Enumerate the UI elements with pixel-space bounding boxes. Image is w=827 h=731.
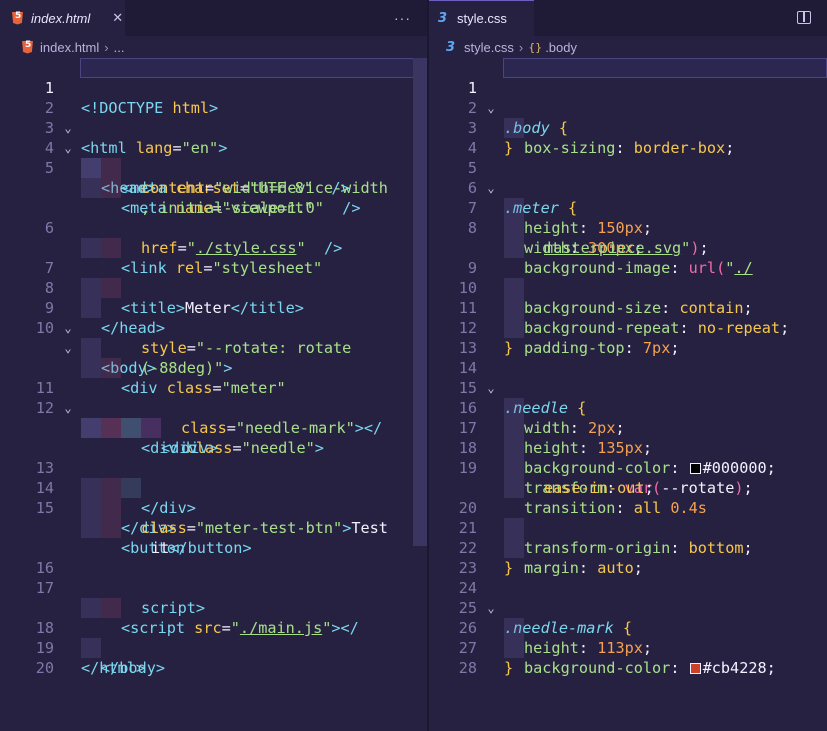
code-line-wrap: div> [0, 418, 427, 457]
breadcrumb-more[interactable]: ... [114, 40, 125, 55]
code-line-wrap: class="meter-test-btn">Test [0, 498, 427, 537]
code-line: 6 <link rel="stylesheet" [0, 198, 427, 277]
code-line: 8 </head> [0, 258, 427, 337]
editor-pane-css: 3 style.css 3 style.css › {} .body 1 ⌄ .… [429, 0, 827, 731]
chevron-right-icon: › [104, 39, 109, 55]
code-line: 19 </html> [0, 618, 427, 677]
code-line: 20 [0, 638, 427, 677]
color-swatch-red[interactable] [689, 663, 701, 674]
code-line: 12 <div [0, 378, 427, 457]
html-file-icon [22, 40, 33, 54]
scrollbar-thumb[interactable] [413, 58, 427, 546]
close-icon[interactable]: ✕ [112, 10, 123, 26]
code-line-wrap: content="width=device-width [0, 158, 427, 197]
tab-label: index.html [31, 10, 91, 26]
code-line: 13 </div> [0, 438, 427, 517]
code-line-wrap: it</button> [0, 518, 427, 557]
code-line: 3 ⌄ <head> [0, 98, 427, 197]
editor-pane-html: index.html ✕ ··· index.html › ... 1 <!DO… [0, 0, 427, 731]
code-line: 17 <script src="./main.js"></ [0, 558, 427, 637]
code-line: 12 } [429, 298, 827, 357]
code-editor-html[interactable]: 1 <!DOCTYPE html> 2 ⌄ <html lang="en"> 3… [0, 58, 427, 731]
code-line: 17 background-color: #000000; [429, 398, 827, 477]
tab-label: style.css [457, 11, 507, 26]
code-line: 6 height: 150px; [429, 158, 827, 237]
code-line: 25 height: 113px; [429, 578, 827, 657]
css-file-icon: 3 [438, 11, 448, 26]
code-line: 23 [429, 538, 827, 577]
split-editor-icon[interactable] [797, 11, 811, 24]
code-line-wrap: script> [0, 578, 427, 617]
code-line: 1 ⌄ .body { [429, 58, 827, 137]
tab-style-css[interactable]: 3 style.css [429, 0, 534, 36]
code-text: </html> [81, 659, 146, 677]
code-line-wrap: , initial-scale=1.0" /> [0, 178, 427, 217]
line-number: 28 [458, 659, 477, 677]
code-text: background-color: #cb4228; [524, 659, 776, 677]
line-number: 20 [35, 659, 54, 677]
code-line-wrap: style="--rotate: rotate [0, 318, 427, 357]
code-line-wrap: masterpiece.svg"); [429, 218, 827, 257]
breadcrumb: 3 style.css › {} .body [429, 36, 827, 58]
code-line: 14 </div> [0, 458, 427, 537]
code-line-wrap: href="./style.css" /> [0, 218, 427, 257]
code-line: 20 transform-origin: bottom; [429, 478, 827, 557]
code-line: 9 ⌄ <body> [0, 278, 427, 377]
more-actions-icon[interactable]: ··· [394, 10, 411, 26]
tab-bar: index.html ✕ ··· [0, 0, 427, 36]
code-line: 7 width: 300px; [429, 178, 827, 257]
selector-symbol-icon: {} [528, 40, 543, 54]
code-line: 1 <!DOCTYPE html> [0, 58, 427, 117]
breadcrumb-file[interactable]: index.html [40, 40, 99, 55]
code-line: 16 height: 135px; [429, 378, 827, 457]
html-file-icon [12, 11, 23, 25]
code-line: 15 <button [0, 478, 427, 557]
css-file-icon: 3 [446, 39, 456, 55]
code-line: 24 ⌄ .needle-mark { [429, 558, 827, 637]
code-line: 16 [0, 538, 427, 577]
code-line-wrap: (-88deg)"> [0, 338, 427, 377]
tab-index-html[interactable]: index.html ✕ [0, 0, 125, 36]
code-line: 11 padding-top: 7px; [429, 278, 827, 357]
code-line: 26 background-color: #cb4228; [429, 598, 827, 677]
code-line: 15 width: 2px; [429, 358, 827, 437]
code-line: 22 } [429, 518, 827, 577]
code-line: 8 background-image: url("./ [429, 198, 827, 277]
breadcrumb-symbol[interactable]: .body [545, 40, 577, 55]
code-line: 3 } [429, 98, 827, 157]
code-line-wrap: ease-in-out; [429, 458, 827, 497]
code-line: 4 <meta charset="UTF-8" /> [0, 118, 427, 197]
code-line: 2 ⌄ <html lang="en"> [0, 78, 427, 157]
code-line: 14 ⌄ .needle { [429, 338, 827, 417]
code-line: 10 background-repeat: no-repeat; [429, 258, 827, 337]
code-line: 5 <meta name="viewport" [0, 138, 427, 217]
code-line: 2 box-sizing: border-box; [429, 78, 827, 157]
tab-bar: 3 style.css [429, 0, 827, 36]
code-line: 7 <title>Meter</title> [0, 238, 427, 317]
code-line: 4 [429, 118, 827, 157]
code-line: 27 } [429, 618, 827, 677]
code-line: 28 [429, 638, 827, 677]
code-line: 11 ⌄ <div class="needle"> [0, 358, 427, 457]
code-line-wrap: class="needle-mark"></ [0, 398, 427, 437]
code-line: 21 margin: auto; [429, 498, 827, 577]
code-editor-css[interactable]: 1 ⌄ .body { 2 box-sizing: border-box; 3 … [429, 58, 827, 731]
code-line: 18 </body> [0, 598, 427, 677]
code-text: } [504, 659, 514, 677]
breadcrumb-file[interactable]: style.css [464, 40, 514, 55]
code-line: 18 transform: var(--rotate); [429, 418, 827, 497]
code-line: 13 [429, 318, 827, 357]
code-line: 5 ⌄ .meter { [429, 138, 827, 217]
chevron-right-icon: › [518, 39, 524, 55]
code-line: 9 background-size: contain; [429, 238, 827, 317]
code-line: 10 ⌄ <div class="meter" [0, 298, 427, 397]
code-line: 19 transition: all 0.4s [429, 438, 827, 517]
breadcrumb: index.html › ... [0, 36, 427, 58]
